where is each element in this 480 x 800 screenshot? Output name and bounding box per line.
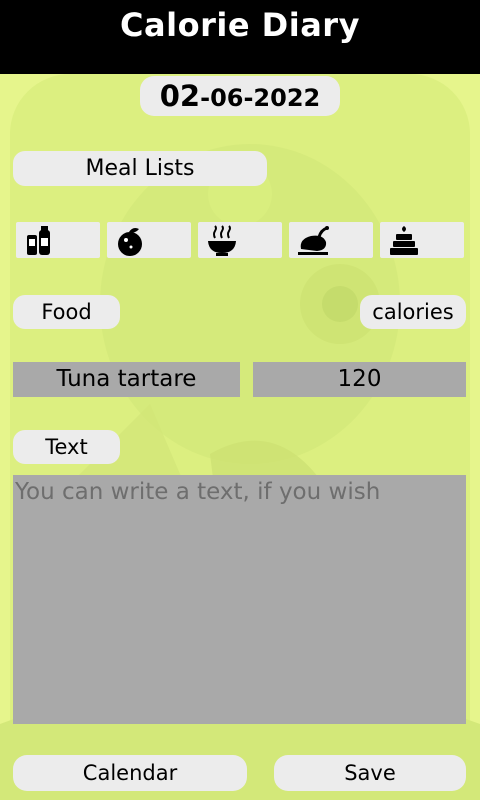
soup-bowl-icon xyxy=(208,225,236,256)
food-label: Food xyxy=(13,295,120,329)
notes-textarea[interactable] xyxy=(13,475,466,724)
calories-input[interactable]: 120 xyxy=(253,362,466,397)
meal-lists-label: Meal Lists xyxy=(13,151,267,186)
dessert-button[interactable] xyxy=(380,222,464,258)
food-input[interactable]: Tuna tartare xyxy=(13,362,240,397)
app-title: Calorie Diary xyxy=(120,6,360,44)
soup-button[interactable] xyxy=(198,222,282,258)
fruit-icon xyxy=(118,228,142,256)
title-bar: Calorie Diary xyxy=(0,0,480,74)
text-label: Text xyxy=(13,430,120,464)
drinks-button[interactable] xyxy=(16,222,100,258)
fruit-button[interactable] xyxy=(107,222,191,258)
roast-chicken-icon xyxy=(298,226,329,255)
date-day: 02 xyxy=(159,79,201,113)
poultry-button[interactable] xyxy=(289,222,373,258)
drinks-icon xyxy=(27,226,50,255)
date-display[interactable]: 02-06-2022 xyxy=(140,76,340,116)
calories-label: calories xyxy=(360,295,466,329)
date-month-year: -06-2022 xyxy=(200,84,321,112)
cake-icon xyxy=(390,226,418,255)
save-button[interactable]: Save xyxy=(274,755,466,791)
calendar-button[interactable]: Calendar xyxy=(13,755,247,791)
